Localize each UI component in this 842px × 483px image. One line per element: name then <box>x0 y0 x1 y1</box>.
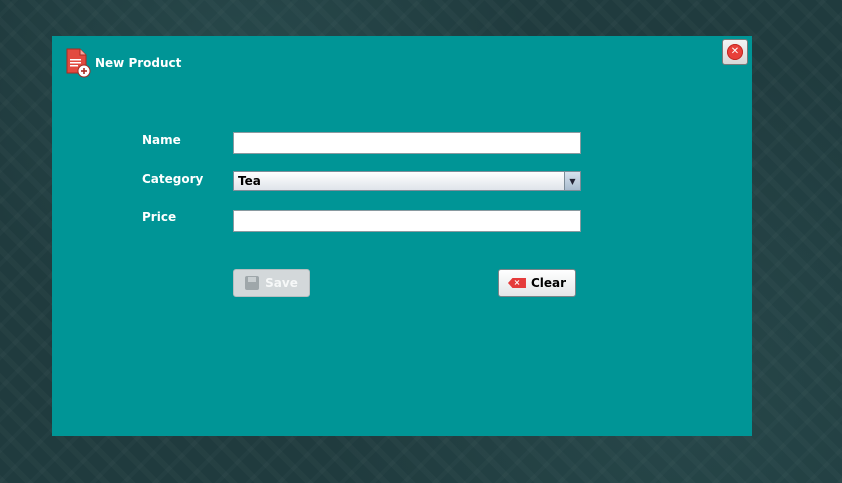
dialog-title: New Product <box>95 56 182 70</box>
category-label: Category <box>142 172 204 186</box>
close-button[interactable]: ✕ <box>722 39 748 65</box>
category-select[interactable]: Tea ▼ <box>233 171 581 191</box>
price-input[interactable] <box>233 210 581 232</box>
new-product-dialog: New Product ✕ Name Category Tea ▼ Price … <box>52 36 752 436</box>
floppy-disk-icon <box>245 276 260 290</box>
clear-button-label: Clear <box>530 276 567 290</box>
new-document-icon <box>65 48 91 78</box>
close-icon: ✕ <box>727 44 743 60</box>
category-selected-value: Tea <box>238 174 261 188</box>
dialog-title-bar: New Product <box>65 48 181 78</box>
eraser-icon: × <box>507 278 526 288</box>
save-button[interactable]: Save <box>233 269 310 297</box>
chevron-down-icon[interactable]: ▼ <box>564 172 580 190</box>
save-button-label: Save <box>265 276 298 290</box>
clear-button[interactable]: × Clear <box>498 269 576 297</box>
name-label: Name <box>142 133 181 147</box>
price-label: Price <box>142 210 177 224</box>
name-input[interactable] <box>233 132 581 154</box>
